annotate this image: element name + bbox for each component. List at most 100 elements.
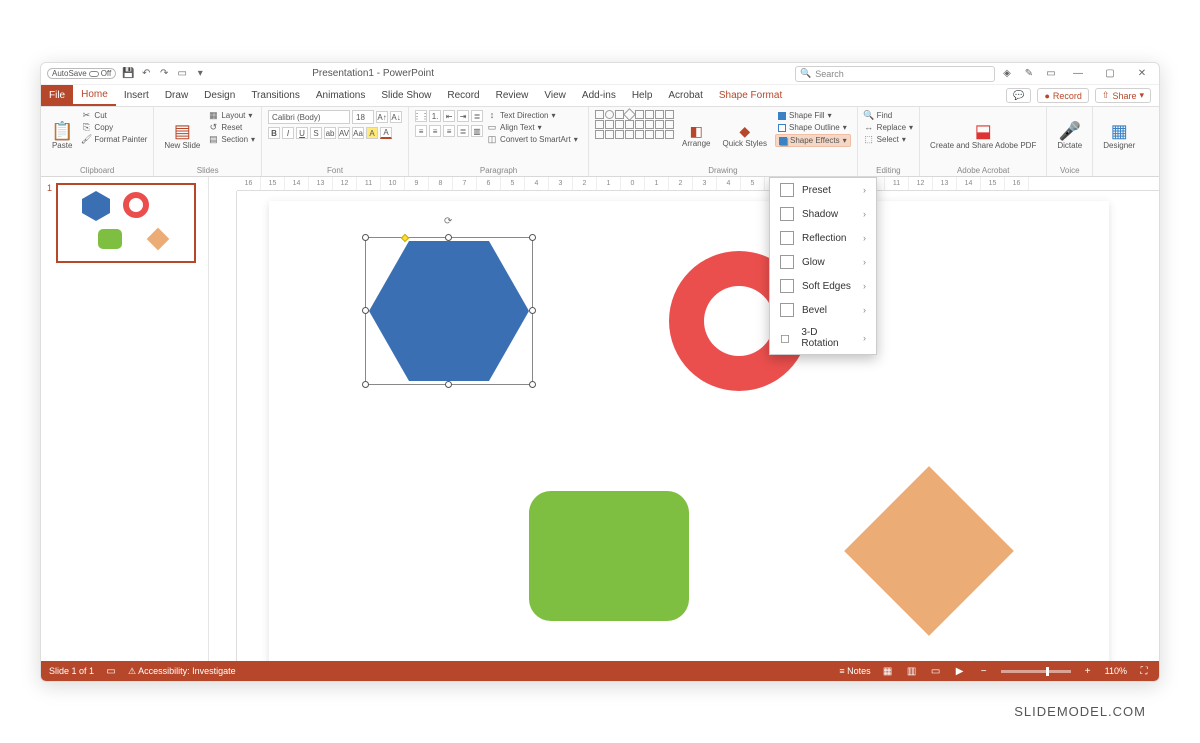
- new-slide-button[interactable]: ▤New Slide: [160, 110, 204, 162]
- align-right-button[interactable]: ≡: [443, 125, 455, 137]
- slideshow-view-icon[interactable]: ▶: [953, 664, 967, 678]
- resize-handle-tr[interactable]: [529, 234, 536, 241]
- tab-draw[interactable]: Draw: [157, 85, 196, 106]
- effects-shadow[interactable]: Shadow›: [770, 202, 876, 226]
- zoom-level[interactable]: 110%: [1105, 666, 1127, 676]
- adobe-pdf-button[interactable]: ⬓Create and Share Adobe PDF: [926, 110, 1040, 162]
- text-direction-button[interactable]: ↕Text Direction ▾: [487, 110, 578, 120]
- tab-acrobat[interactable]: Acrobat: [660, 85, 710, 106]
- shape-outline-button[interactable]: Shape Outline ▾: [775, 122, 851, 133]
- sorter-view-icon[interactable]: ▥: [905, 664, 919, 678]
- format-painter-button[interactable]: 🖌Format Painter: [81, 134, 147, 144]
- effects-preset[interactable]: Preset›: [770, 178, 876, 202]
- shapes-gallery[interactable]: [595, 110, 674, 139]
- ribbon-display-icon[interactable]: ▭: [1045, 68, 1057, 80]
- tab-design[interactable]: Design: [196, 85, 243, 106]
- tab-addins[interactable]: Add-ins: [574, 85, 624, 106]
- numbering-button[interactable]: 1.: [429, 110, 441, 122]
- designer-button[interactable]: ▦Designer: [1099, 110, 1139, 162]
- redo-icon[interactable]: ↷: [158, 68, 170, 80]
- qat-dropdown-icon[interactable]: ▾: [194, 68, 206, 80]
- indent-right-button[interactable]: ⇥: [457, 110, 469, 122]
- shadow-text-button[interactable]: ab: [324, 127, 336, 139]
- tab-transitions[interactable]: Transitions: [243, 85, 308, 106]
- align-text-button[interactable]: ▭Align Text ▾: [487, 122, 578, 132]
- smartart-button[interactable]: ◫Convert to SmartArt ▾: [487, 134, 578, 144]
- zoom-out-button[interactable]: −: [977, 664, 991, 678]
- search-input[interactable]: 🔍 Search: [795, 66, 995, 82]
- adjust-handle[interactable]: [401, 234, 409, 242]
- align-left-button[interactable]: ≡: [415, 125, 427, 137]
- effects-soft-edges[interactable]: Soft Edges›: [770, 274, 876, 298]
- zoom-slider[interactable]: [1001, 670, 1071, 673]
- tab-view[interactable]: View: [536, 85, 574, 106]
- slide-canvas[interactable]: ⟳: [269, 201, 1109, 661]
- accessibility-status[interactable]: ⚠ Accessibility: Investigate: [128, 666, 236, 677]
- columns-button[interactable]: ▥: [471, 125, 483, 137]
- italic-button[interactable]: I: [282, 127, 294, 139]
- save-icon[interactable]: 💾: [122, 68, 134, 80]
- font-name-select[interactable]: Calibri (Body): [268, 110, 350, 124]
- autosave-toggle[interactable]: AutoSave Off: [47, 68, 116, 79]
- undo-icon[interactable]: ↶: [140, 68, 152, 80]
- slide-indicator[interactable]: Slide 1 of 1: [49, 666, 94, 676]
- highlight-button[interactable]: A: [366, 127, 378, 139]
- effects-reflection[interactable]: Reflection›: [770, 226, 876, 250]
- effects-3d-rotation[interactable]: ◻3-D Rotation›: [770, 322, 876, 354]
- start-from-beginning-icon[interactable]: ▭: [176, 68, 188, 80]
- resize-handle-tl[interactable]: [362, 234, 369, 241]
- font-color-button[interactable]: A: [380, 127, 392, 139]
- coming-soon-icon[interactable]: ✎: [1023, 68, 1035, 80]
- tab-insert[interactable]: Insert: [116, 85, 157, 106]
- increase-font-icon[interactable]: A↑: [376, 111, 388, 123]
- resize-handle-mr[interactable]: [529, 307, 536, 314]
- resize-handle-tm[interactable]: [445, 234, 452, 241]
- tab-home[interactable]: Home: [73, 85, 116, 106]
- tab-file[interactable]: File: [41, 85, 73, 106]
- tab-animations[interactable]: Animations: [308, 85, 373, 106]
- effects-bevel[interactable]: Bevel›: [770, 298, 876, 322]
- find-button[interactable]: 🔍Find: [864, 110, 913, 120]
- share-button[interactable]: ⇧ Share ▾: [1095, 88, 1151, 103]
- underline-button[interactable]: U: [296, 127, 308, 139]
- account-icon[interactable]: ◈: [1001, 68, 1013, 80]
- quick-styles-button[interactable]: ◆Quick Styles: [719, 110, 771, 162]
- shape-fill-button[interactable]: Shape Fill ▾: [775, 110, 851, 121]
- layout-button[interactable]: ▦Layout ▾: [208, 110, 255, 120]
- normal-view-icon[interactable]: ▦: [881, 664, 895, 678]
- paste-button[interactable]: 📋Paste: [47, 110, 77, 162]
- shape-diamond[interactable]: [844, 466, 1014, 636]
- copy-button[interactable]: ⎘Copy: [81, 122, 147, 132]
- change-case-button[interactable]: Aa: [352, 127, 364, 139]
- arrange-button[interactable]: ◧Arrange: [678, 110, 714, 162]
- effects-glow[interactable]: Glow›: [770, 250, 876, 274]
- tab-help[interactable]: Help: [624, 85, 661, 106]
- font-size-select[interactable]: 18: [352, 110, 374, 124]
- strike-button[interactable]: S: [310, 127, 322, 139]
- tab-shape-format[interactable]: Shape Format: [711, 85, 790, 106]
- char-spacing-button[interactable]: AV: [338, 127, 350, 139]
- language-icon[interactable]: ▭: [104, 664, 118, 678]
- record-button[interactable]: ● Record: [1037, 88, 1088, 103]
- bold-button[interactable]: B: [268, 127, 280, 139]
- notes-button[interactable]: ≡ Notes: [839, 666, 870, 676]
- align-center-button[interactable]: ≡: [429, 125, 441, 137]
- reset-button[interactable]: ↺Reset: [208, 122, 255, 132]
- fit-to-window-icon[interactable]: ⛶: [1137, 664, 1151, 678]
- cut-button[interactable]: ✂Cut: [81, 110, 147, 120]
- decrease-font-icon[interactable]: A↓: [390, 111, 402, 123]
- rotation-handle[interactable]: ⟳: [444, 216, 454, 226]
- resize-handle-bm[interactable]: [445, 381, 452, 388]
- comments-button[interactable]: 💬: [1006, 88, 1031, 103]
- tab-review[interactable]: Review: [488, 85, 537, 106]
- shape-effects-button[interactable]: Shape Effects ▾: [775, 134, 851, 147]
- select-button[interactable]: ⬚Select ▾: [864, 134, 913, 144]
- replace-button[interactable]: ↔Replace ▾: [864, 122, 913, 132]
- line-spacing-button[interactable]: ≣: [471, 110, 483, 122]
- justify-button[interactable]: ≣: [457, 125, 469, 137]
- maximize-button[interactable]: ▢: [1099, 66, 1121, 82]
- close-button[interactable]: ✕: [1131, 66, 1153, 82]
- dictate-button[interactable]: 🎤Dictate: [1053, 110, 1086, 162]
- indent-left-button[interactable]: ⇤: [443, 110, 455, 122]
- section-button[interactable]: ▤Section ▾: [208, 134, 255, 144]
